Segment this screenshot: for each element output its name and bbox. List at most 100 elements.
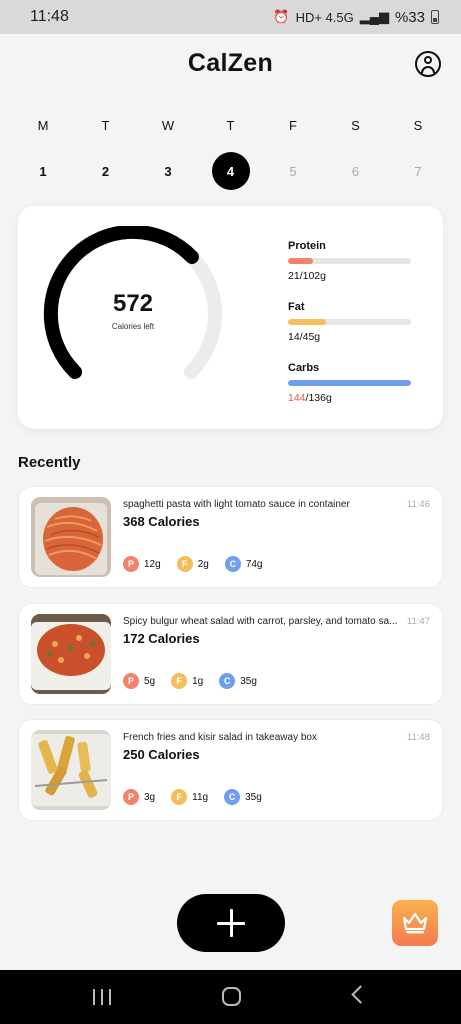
day-number[interactable]: 7	[399, 152, 437, 190]
macro-name: Fat	[288, 301, 305, 313]
day-number[interactable]: 1	[24, 152, 62, 190]
macro-bar	[288, 319, 411, 325]
meal-time: 11:48	[406, 732, 430, 743]
carbs-value: 35g	[240, 675, 257, 687]
meal-carbs: C 74g	[224, 556, 263, 572]
protein-value: 5g	[144, 675, 156, 687]
battery-icon	[431, 10, 439, 24]
week-row: M1T2W3T4F5S6S7	[12, 112, 449, 190]
macro-fat: Fat 14/45g	[288, 301, 412, 343]
profile-shoulders-shape	[421, 66, 435, 73]
alarm-icon: ⏰	[273, 9, 290, 24]
day-5[interactable]: F5	[262, 112, 324, 190]
meal-card[interactable]: spaghetti pasta with light tomato sauce …	[18, 486, 443, 588]
spaghetti-photo	[31, 497, 111, 577]
calorie-gauge: 572 Calories left	[38, 226, 228, 401]
meal-fat: F 11g	[171, 789, 208, 805]
macro-amount: 14/45g	[288, 331, 412, 343]
add-meal-button[interactable]	[177, 894, 285, 952]
protein-badge-icon: P	[123, 556, 139, 572]
app-header: CalZen	[0, 45, 461, 85]
day-6[interactable]: S6	[325, 112, 387, 190]
day-number[interactable]: 5	[274, 152, 312, 190]
recents-icon[interactable]	[93, 989, 111, 1005]
recently-heading: Recently	[18, 454, 81, 471]
carbs-value: 74g	[245, 558, 263, 570]
macro-amount: 21/102g	[288, 270, 412, 282]
macro-bar	[288, 258, 411, 264]
protein-badge-icon: P	[123, 789, 139, 805]
protein-value: 12g	[144, 558, 161, 570]
macro-bar-fill	[288, 258, 314, 264]
meal-calories: 172 Calories	[123, 631, 200, 646]
protein-badge-icon: P	[123, 673, 139, 689]
meal-card[interactable]: Spicy bulgur wheat salad with carrot, pa…	[18, 603, 443, 705]
day-letter: S	[351, 118, 360, 133]
meal-calories: 250 Calories	[123, 747, 200, 762]
fat-value: 2g	[197, 558, 209, 570]
meal-protein: P 5g	[123, 673, 155, 689]
macro-total: /45g	[299, 331, 321, 343]
week-selector: M1T2W3T4F5S6S7	[12, 112, 449, 190]
macro-name: Protein	[288, 240, 326, 252]
macro-name: Carbs	[288, 362, 320, 374]
day-letter: T	[101, 118, 110, 133]
system-nav-bar	[0, 970, 461, 1024]
status-bar: 11:48 ⏰ HD+ 4.5G ▂▄▆ %33	[0, 0, 461, 34]
day-1[interactable]: M1	[12, 112, 74, 190]
macro-consumed: 21	[288, 270, 300, 282]
day-number[interactable]: 2	[87, 152, 125, 190]
day-letter: M	[37, 118, 49, 133]
meal-time: 11:47	[406, 616, 430, 627]
meal-fat: F 2g	[176, 556, 209, 572]
macro-bar-fill	[288, 319, 327, 325]
calories-left-label: Calories left	[111, 322, 155, 331]
macro-bar-fill	[288, 380, 411, 386]
day-letter: S	[413, 118, 423, 133]
back-icon[interactable]	[351, 985, 370, 1004]
day-number[interactable]: 3	[149, 152, 187, 190]
carbs-value: 35g	[245, 791, 262, 803]
status-time: 11:48	[30, 8, 69, 25]
macro-protein: Protein 21/102g	[288, 240, 412, 282]
meal-card[interactable]: French fries and kisir salad in takeaway…	[18, 719, 443, 821]
crown-icon	[402, 912, 428, 934]
day-3[interactable]: W3	[137, 112, 199, 190]
carbs-badge-icon: C	[224, 789, 241, 805]
meal-protein: P 3g	[123, 789, 155, 805]
meal-macros: P 5g F 1g C 35g	[123, 673, 273, 689]
meal-name: Spicy bulgur wheat salad with carrot, pa…	[123, 616, 398, 627]
day-number[interactable]: 4	[211, 152, 250, 190]
meal-macros: P 12g F 2g C 74g	[123, 556, 279, 572]
fries-photo	[31, 730, 111, 810]
day-7[interactable]: S7	[387, 112, 449, 190]
macro-total: /136g	[305, 392, 332, 404]
profile-head-shape	[424, 56, 432, 64]
network-indicator: HD+ 4.5G	[295, 9, 354, 25]
meal-time: 11:46	[406, 499, 430, 510]
day-letter: W	[161, 118, 175, 133]
battery-percent: %33	[394, 8, 425, 26]
day-number[interactable]: 6	[337, 152, 375, 190]
profile-icon[interactable]	[415, 51, 441, 77]
fat-badge-icon: F	[171, 789, 188, 805]
meal-carbs: C 35g	[219, 673, 257, 689]
premium-button[interactable]	[392, 900, 438, 946]
day-4[interactable]: T4	[200, 112, 262, 190]
carbs-badge-icon: C	[224, 556, 241, 572]
macro-progress-list: Protein 21/102g Fat 14/45g Carbs 144/136…	[288, 240, 412, 423]
macro-bar	[288, 380, 411, 386]
macro-amount: 144/136g	[288, 392, 412, 404]
home-icon[interactable]	[222, 987, 241, 1006]
fat-badge-icon: F	[176, 556, 193, 572]
carbs-badge-icon: C	[219, 673, 236, 689]
day-2[interactable]: T2	[75, 112, 137, 190]
meal-name: spaghetti pasta with light tomato sauce …	[123, 499, 350, 510]
status-indicators: ⏰ HD+ 4.5G ▂▄▆ %33	[273, 9, 439, 26]
bulgur-salad-photo	[31, 614, 111, 694]
meal-fat: F 1g	[171, 673, 203, 689]
day-letter: F	[289, 118, 297, 133]
fat-value: 11g	[192, 791, 209, 803]
fat-badge-icon: F	[171, 673, 188, 689]
calories-left-value: 572	[112, 290, 154, 317]
